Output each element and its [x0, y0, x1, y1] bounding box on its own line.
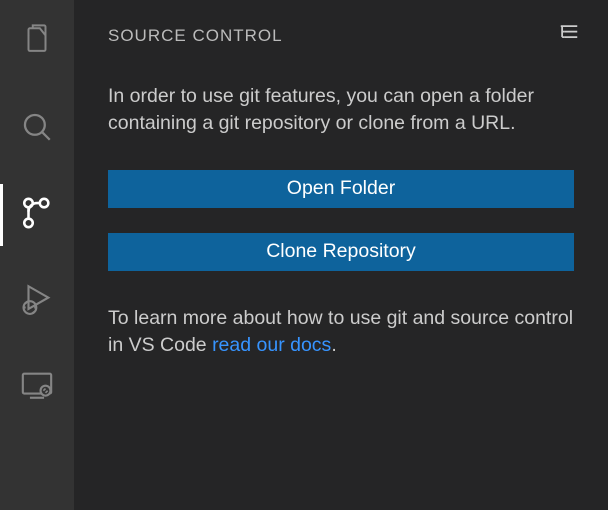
run-debug-icon	[20, 282, 54, 321]
panel-header: SOURCE CONTROL	[74, 0, 608, 55]
files-icon	[20, 24, 54, 63]
remote-explorer-icon	[20, 368, 54, 407]
source-control-panel: SOURCE CONTROL In order to use git featu…	[74, 0, 608, 510]
panel-title: SOURCE CONTROL	[108, 26, 283, 46]
read-docs-link[interactable]: read our docs	[212, 334, 331, 356]
learn-prefix: To learn more about how to use git and s…	[108, 307, 573, 356]
open-folder-button[interactable]: Open Folder	[108, 170, 574, 208]
activity-item-search[interactable]	[0, 104, 74, 154]
button-group: Open Folder Clone Repository	[108, 170, 574, 271]
activity-item-source-control[interactable]	[0, 190, 74, 240]
panel-body: In order to use git features, you can op…	[74, 55, 608, 359]
activity-item-run-debug[interactable]	[0, 276, 74, 326]
source-control-icon	[20, 196, 54, 235]
learn-more-text: To learn more about how to use git and s…	[108, 305, 574, 359]
activity-item-remote-explorer[interactable]	[0, 362, 74, 412]
learn-suffix: .	[331, 334, 336, 356]
view-as-tree-button[interactable]	[558, 22, 580, 49]
activity-item-explorer[interactable]	[0, 18, 74, 68]
list-tree-icon	[558, 22, 580, 49]
activity-bar	[0, 0, 74, 510]
intro-text: In order to use git features, you can op…	[108, 83, 574, 137]
clone-repository-button[interactable]: Clone Repository	[108, 233, 574, 271]
search-icon	[20, 110, 54, 149]
